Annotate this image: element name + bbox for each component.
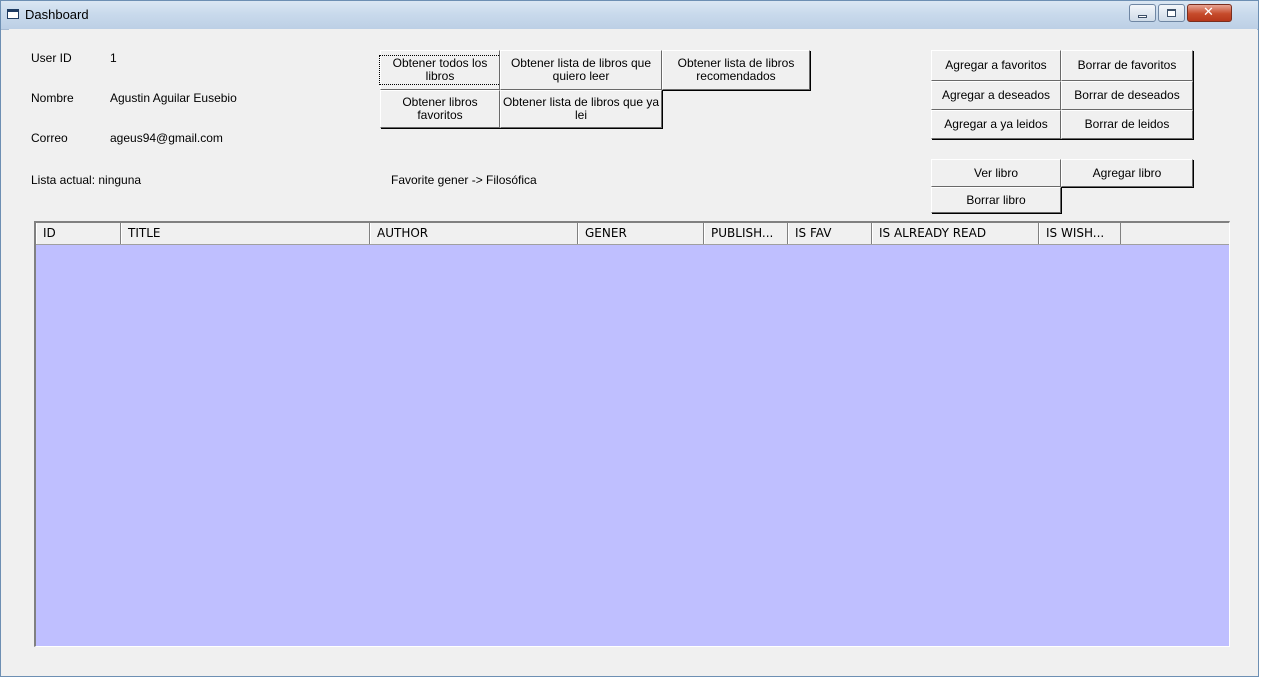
get-all-books-button[interactable]: Obtener todos los libros [379,50,501,90]
minimize-button[interactable] [1129,4,1156,22]
remove-read-button[interactable]: Borrar de leidos [1061,110,1193,139]
add-book-label: Agregar libro [1092,165,1162,180]
remove-favorites-label: Borrar de favoritos [1077,58,1177,72]
title-bar[interactable]: Dashboard ✕ [1,1,1258,30]
delete-book-label: Borrar libro [966,192,1026,207]
add-favorites-button[interactable]: Agregar a favoritos [931,50,1061,81]
get-want-to-read-button[interactable]: Obtener lista de libros que quiero leer [500,50,662,90]
name-label: Nombre [31,91,74,105]
get-favorites-label: Obtener libros favoritos [402,95,478,122]
window-title: Dashboard [25,7,89,22]
name-value: Agustin Aguilar Eusebio [110,91,237,105]
column-header-publish[interactable]: PUBLISH... [704,223,788,244]
add-read-button[interactable]: Agregar a ya leidos [931,110,1061,139]
get-recommended-button[interactable]: Obtener lista de libros recomendados [662,50,810,90]
favorite-gener-label: Favorite gener -> Filosófica [391,173,537,187]
close-icon: ✕ [1203,5,1214,20]
window-app-icon [7,9,19,19]
view-book-label: Ver libro [973,165,1019,180]
books-list-view[interactable]: ID TITLE AUTHOR GENER PUBLISH... IS FAV … [34,221,1230,647]
email-value: ageus94@gmail.com [110,131,223,145]
view-book-button[interactable]: Ver libro [931,159,1061,187]
user-id-value: 1 [110,51,117,65]
remove-favorites-button[interactable]: Borrar de favoritos [1061,50,1193,81]
get-want-to-read-label: Obtener lista de libros que quiero leer [510,56,652,83]
remove-wishlist-button[interactable]: Borrar de deseados [1061,81,1193,110]
get-already-read-button[interactable]: Obtener lista de libros que ya lei [500,90,662,128]
add-book-button[interactable]: Agregar libro [1061,159,1193,187]
maximize-button[interactable] [1158,4,1185,22]
column-header-author[interactable]: AUTHOR [370,223,578,244]
close-button[interactable]: ✕ [1187,4,1232,22]
add-wishlist-label: Agregar a deseados [941,88,1051,102]
column-header-is-already-read[interactable]: IS ALREADY READ [872,223,1039,244]
column-header-gener[interactable]: GENER [578,223,704,244]
email-label: Correo [31,131,68,145]
add-favorites-label: Agregar a favoritos [945,58,1047,72]
current-list-label: Lista actual: ninguna [31,173,142,187]
get-all-books-label: Obtener todos los libros [379,55,501,85]
column-header-is-wish[interactable]: IS WISH... [1039,223,1121,244]
column-header-id[interactable]: ID [36,223,121,244]
column-header-title[interactable]: TITLE [121,223,370,244]
add-read-label: Agregar a ya leidos [944,117,1048,131]
get-already-read-label: Obtener lista de libros que ya lei [502,95,660,122]
dashboard-content: User ID 1 Nombre Agustin Aguilar Eusebio… [9,29,1257,675]
list-body[interactable] [36,245,1229,646]
remove-read-label: Borrar de leidos [1084,117,1170,131]
remove-wishlist-label: Borrar de deseados [1074,88,1180,102]
get-favorites-button[interactable]: Obtener libros favoritos [380,90,500,128]
list-header: ID TITLE AUTHOR GENER PUBLISH... IS FAV … [36,223,1229,245]
minimize-icon [1138,15,1147,18]
dashboard-window: Dashboard ✕ User ID 1 Nombre Agustin Agu… [0,0,1259,677]
delete-book-button[interactable]: Borrar libro [931,187,1061,213]
maximize-icon [1167,9,1176,17]
add-wishlist-button[interactable]: Agregar a deseados [931,81,1061,110]
column-header-is-fav[interactable]: IS FAV [788,223,872,244]
get-recommended-label: Obtener lista de libros recomendados [677,56,795,83]
user-id-label: User ID [31,51,72,65]
